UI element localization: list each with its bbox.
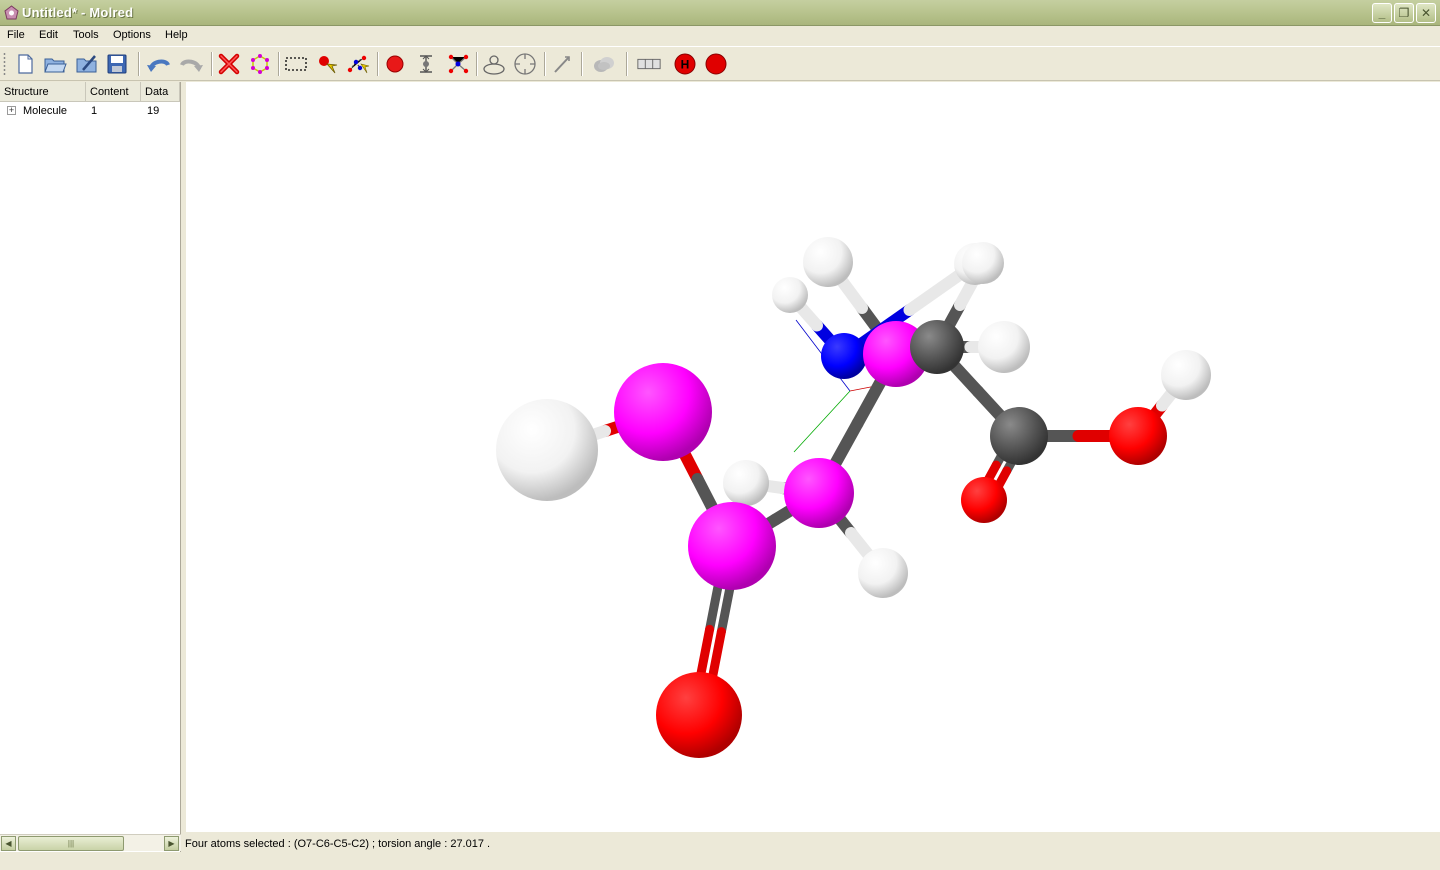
atom-C2[interactable] [688, 502, 776, 590]
window-title: Untitled* - Molred [22, 5, 134, 20]
restore-button[interactable]: ❐ [1394, 3, 1414, 23]
expand-icon[interactable]: + [7, 106, 16, 115]
tree-row-content: 1 [91, 105, 98, 117]
toolbar-separator [544, 52, 546, 76]
menu-bar: File Edit Tools Options Help [0, 26, 1440, 46]
atom-O9[interactable] [1109, 407, 1167, 465]
tree-row[interactable]: + Molecule 1 19 [0, 103, 180, 120]
header-content[interactable]: Content [86, 82, 141, 102]
toolbar-separator [211, 52, 213, 76]
bond-pick-icon[interactable] [345, 51, 371, 77]
rectangle-select-icon[interactable] [283, 51, 309, 77]
minimize-button[interactable]: _ [1372, 3, 1392, 23]
atom-O7[interactable] [614, 363, 712, 461]
menu-help[interactable]: Help [165, 29, 188, 41]
atom-H6[interactable] [1161, 350, 1211, 400]
atom-H9[interactable] [858, 548, 908, 598]
atom-C4[interactable] [990, 407, 1048, 465]
molecule-canvas[interactable] [186, 82, 1440, 832]
toolbar: H [0, 46, 1440, 81]
toolbar-separator [278, 52, 280, 76]
add-atom-icon[interactable] [382, 51, 408, 77]
atom-C3[interactable] [910, 320, 964, 374]
tree-row-structure: Molecule [23, 105, 68, 117]
toolbar-separator [581, 52, 583, 76]
periodic-table-icon[interactable] [636, 51, 662, 77]
scroll-left-button[interactable]: ◀ [1, 836, 16, 851]
delete-icon[interactable] [216, 51, 242, 77]
molecule-viewport[interactable] [186, 82, 1440, 832]
menu-edit[interactable]: Edit [39, 29, 58, 41]
header-data[interactable]: Data [141, 82, 180, 102]
menu-options[interactable]: Options [113, 29, 151, 41]
toolbar-separator [377, 52, 379, 76]
tree-header: Structure Content Data [0, 82, 180, 102]
atom-H2[interactable] [772, 277, 808, 313]
atom-C6[interactable] [784, 458, 854, 528]
status-bar: Four atoms selected : (O7-C6-C5-C2) ; to… [181, 834, 1440, 854]
undo-icon[interactable] [146, 51, 172, 77]
title-bar: Untitled* - Molred _ ❐ ✕ [0, 0, 1440, 26]
save-icon[interactable] [104, 51, 130, 77]
atom-H4[interactable] [962, 242, 1004, 284]
atom-O8[interactable] [961, 477, 1007, 523]
save-as-icon[interactable] [74, 51, 100, 77]
status-message: Four atoms selected : (O7-C6-C5-C2) ; to… [185, 838, 491, 850]
atom-H8[interactable] [723, 460, 769, 506]
hydrogen-label: H [681, 58, 690, 72]
tree-row-data: 19 [147, 105, 160, 117]
scroll-right-button[interactable]: ▶ [164, 836, 179, 851]
header-structure[interactable]: Structure [0, 82, 86, 102]
atoms[interactable] [496, 237, 1211, 758]
attach-icon[interactable] [549, 51, 575, 77]
toolbar-grip[interactable] [3, 52, 6, 76]
toolbar-separator [626, 52, 628, 76]
redo-icon[interactable] [178, 51, 204, 77]
atom-H7[interactable] [496, 399, 598, 501]
atom-O10[interactable] [656, 672, 742, 758]
structure-tree[interactable]: Structure Content Data + Molecule 1 19 [0, 82, 181, 852]
tree-horizontal-scrollbar[interactable]: ◀ ||| ▶ [0, 834, 181, 851]
app-icon [4, 5, 19, 20]
new-file-icon[interactable] [12, 51, 38, 77]
hydrogen-icon[interactable]: H [672, 51, 698, 77]
close-button[interactable]: ✕ [1416, 3, 1436, 23]
rotate-icon[interactable] [512, 51, 538, 77]
atom-H1[interactable] [803, 237, 853, 287]
element-color-icon[interactable] [703, 51, 729, 77]
atom-pick-icon[interactable] [314, 51, 340, 77]
bonds [541, 256, 1192, 721]
open-folder-icon[interactable] [42, 51, 68, 77]
distance-icon[interactable] [413, 51, 439, 77]
atom-N1[interactable] [821, 333, 867, 379]
torsion-icon[interactable] [481, 51, 507, 77]
toolbar-separator [476, 52, 478, 76]
atom-H5[interactable] [978, 321, 1030, 373]
menu-tools[interactable]: Tools [73, 29, 99, 41]
electron-cloud-icon[interactable] [591, 51, 617, 77]
angle-icon[interactable] [445, 51, 471, 77]
toolbar-separator [138, 52, 140, 76]
menu-file[interactable]: File [7, 29, 25, 41]
scroll-thumb[interactable]: ||| [18, 836, 124, 851]
select-all-icon[interactable] [247, 51, 273, 77]
